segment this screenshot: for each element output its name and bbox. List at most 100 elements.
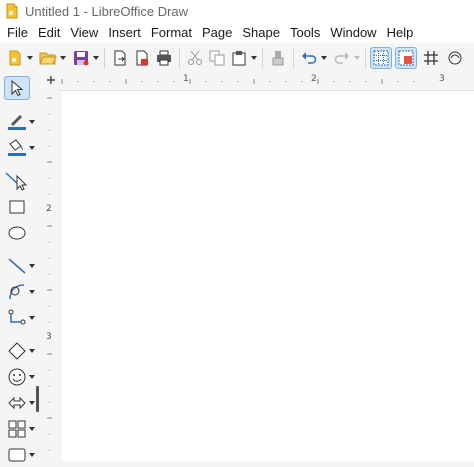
undo-dropdown[interactable]	[320, 47, 328, 69]
title-bar: Untitled 1 - LibreOffice Draw	[0, 0, 474, 22]
menu-help[interactable]: Help	[382, 25, 419, 40]
export-pdf-button[interactable]	[131, 47, 153, 69]
new-document-dropdown[interactable]	[26, 47, 34, 69]
chevron-down-icon	[29, 427, 35, 431]
chevron-down-icon	[29, 146, 35, 150]
chevron-down-icon	[93, 55, 99, 60]
open-dropdown[interactable]	[59, 47, 67, 69]
horizontal-ruler[interactable]: 1 2 3	[40, 72, 474, 91]
ellipse-button[interactable]	[4, 221, 30, 245]
chevron-down-icon	[251, 55, 257, 60]
chevron-down-icon	[29, 375, 35, 379]
display-grid-button[interactable]	[370, 46, 392, 69]
cut-button[interactable]	[184, 47, 206, 69]
sidebar-resize-handle[interactable]	[36, 386, 39, 412]
menu-file[interactable]: File	[0, 25, 33, 40]
menu-shape[interactable]: Shape	[237, 25, 285, 40]
new-document-button[interactable]	[4, 47, 26, 69]
printer-icon	[157, 50, 171, 65]
smiley-icon	[8, 368, 26, 386]
save-icon	[74, 50, 89, 65]
clone-formatting-button[interactable]	[267, 47, 289, 69]
window-title: Untitled 1 - LibreOffice Draw	[25, 3, 189, 19]
ellipse-icon	[8, 226, 26, 240]
fill-color-button[interactable]	[4, 136, 30, 160]
ruler-ticks	[61, 79, 415, 84]
hash-grid-icon	[424, 50, 438, 65]
menu-page[interactable]: Page	[197, 25, 237, 40]
pointer-icon	[11, 80, 24, 96]
connector-button[interactable]	[4, 306, 30, 330]
snap-to-grid-button[interactable]	[420, 47, 442, 69]
menu-window[interactable]: Window	[325, 25, 381, 40]
ruler-number: 2	[46, 204, 52, 214]
callouts-dropdown[interactable]	[28, 443, 36, 467]
curve-dropdown[interactable]	[28, 280, 36, 304]
export-pdf-icon	[136, 50, 148, 65]
menu-tools[interactable]: Tools	[285, 25, 325, 40]
paste-dropdown[interactable]	[250, 47, 258, 69]
callout-icon	[8, 448, 26, 462]
basic-shapes-button[interactable]	[4, 339, 30, 363]
line-color-button[interactable]	[4, 110, 30, 134]
toolbar-separator	[262, 47, 263, 68]
drawing-canvas[interactable]	[62, 91, 474, 461]
menu-view[interactable]: View	[65, 25, 103, 40]
toolbar-separator	[365, 47, 366, 68]
fill-color-dropdown[interactable]	[28, 136, 36, 160]
undo-button[interactable]	[298, 47, 320, 69]
vertical-ruler[interactable]: 2 3	[40, 90, 60, 461]
block-arrows-dropdown[interactable]	[28, 391, 36, 415]
basic-shapes-dropdown[interactable]	[28, 339, 36, 363]
diamond-icon	[8, 342, 26, 360]
chevron-down-icon	[29, 401, 35, 405]
symbol-shapes-button[interactable]	[4, 365, 30, 389]
redo-button[interactable]	[331, 47, 353, 69]
flowchart-dropdown[interactable]	[28, 417, 36, 441]
libreoffice-draw-app-icon	[6, 3, 18, 19]
chevron-down-icon	[29, 290, 35, 294]
new-document-icon	[9, 50, 21, 65]
block-arrows-button[interactable]	[4, 391, 30, 415]
line-dropdown[interactable]	[28, 254, 36, 278]
save-dropdown[interactable]	[92, 47, 100, 69]
rectangle-button[interactable]	[4, 195, 30, 219]
paste-button[interactable]	[228, 47, 250, 69]
export-button[interactable]	[109, 47, 131, 69]
line-color-icon	[8, 115, 26, 130]
open-button[interactable]	[37, 47, 59, 69]
menu-edit[interactable]: Edit	[33, 25, 65, 40]
connector-dropdown[interactable]	[28, 306, 36, 330]
toolbar-separator	[104, 47, 105, 68]
curve-button[interactable]	[444, 47, 466, 69]
print-button[interactable]	[153, 47, 175, 69]
select-button[interactable]	[4, 76, 30, 100]
ruler-number: 3	[439, 74, 445, 84]
curve-icon	[448, 51, 462, 64]
flowchart-button[interactable]	[4, 417, 30, 441]
export-icon	[114, 50, 126, 65]
helplines-button[interactable]	[395, 46, 417, 69]
drawing-toolbar	[0, 72, 41, 462]
toolbar-separator	[179, 47, 180, 68]
chevron-down-icon	[29, 349, 35, 353]
menu-insert[interactable]: Insert	[103, 25, 146, 40]
select-at-least-three-button[interactable]	[4, 169, 30, 193]
chevron-down-icon	[27, 55, 33, 60]
chevron-down-icon	[29, 453, 35, 457]
line-button[interactable]	[4, 254, 30, 278]
symbol-shapes-dropdown[interactable]	[28, 365, 36, 389]
ruler-number: 3	[46, 332, 52, 342]
menu-format[interactable]: Format	[146, 25, 197, 40]
copy-icon	[209, 50, 225, 65]
flowchart-icon	[8, 420, 26, 438]
save-button[interactable]	[70, 47, 92, 69]
line-arrow-pointer-icon	[5, 172, 28, 191]
line-color-dropdown[interactable]	[28, 110, 36, 134]
copy-button[interactable]	[206, 47, 228, 69]
curve-polygon-button[interactable]	[4, 280, 30, 304]
ruler-number: 2	[311, 74, 317, 84]
ruler-ticks	[47, 97, 52, 451]
callouts-button[interactable]	[4, 443, 30, 467]
redo-dropdown[interactable]	[353, 47, 361, 69]
